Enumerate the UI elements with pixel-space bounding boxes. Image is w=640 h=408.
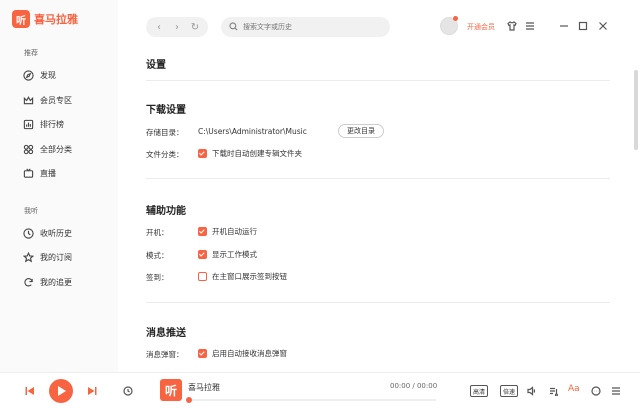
progress-handle[interactable] xyxy=(186,397,192,403)
divider xyxy=(146,80,610,81)
message-popup-checkbox[interactable]: 启用自动接收消息弹窗 xyxy=(198,348,287,359)
sidebar-item-history[interactable]: 收听历史 xyxy=(22,227,72,239)
work-mode-checkbox[interactable]: 显示工作模式 xyxy=(198,249,257,260)
logo-text: 喜马拉雅 xyxy=(34,13,78,26)
refresh-icon xyxy=(22,276,34,288)
sidebar-item-live[interactable]: 直播 xyxy=(22,167,56,179)
speed-button[interactable]: 倍速 xyxy=(500,385,518,397)
storage-label: 存储目录： xyxy=(146,128,184,137)
checkbox-label: 显示工作模式 xyxy=(212,250,257,259)
section-title-assist: 辅助功能 xyxy=(146,206,186,217)
minimize-icon[interactable] xyxy=(558,20,570,32)
skin-icon[interactable] xyxy=(506,20,518,32)
scrollbar[interactable] xyxy=(634,70,638,150)
section-title-download: 下载设置 xyxy=(146,105,186,116)
sidebar: 听 喜马拉雅 推荐 发现 会员专区 排行榜 全部分类 直播 我听 收听历史 我的… xyxy=(0,0,118,372)
previous-icon[interactable] xyxy=(24,385,36,397)
sidebar-item-discover[interactable]: 发现 xyxy=(22,69,56,81)
checkbox-checked[interactable] xyxy=(198,149,207,158)
compass-icon xyxy=(22,69,34,81)
star-icon xyxy=(22,251,34,263)
next-icon[interactable] xyxy=(86,385,98,397)
menu-icon[interactable] xyxy=(524,20,536,32)
list-icon[interactable] xyxy=(610,385,622,397)
sidebar-item-rank[interactable]: 排行榜 xyxy=(22,118,64,130)
sidebar-item-label: 全部分类 xyxy=(40,144,72,154)
play-button[interactable] xyxy=(49,379,73,403)
checkin-button-checkbox[interactable]: 在主窗口展示签到按钮 xyxy=(198,271,287,282)
sidebar-item-label: 发现 xyxy=(40,70,56,80)
checkbox-label: 开机自动运行 xyxy=(212,227,257,236)
category-label: 文件分类： xyxy=(146,150,184,159)
sidebar-item-label: 我的订阅 xyxy=(40,252,72,262)
auto-album-folder-checkbox[interactable]: 下载时自动创建专辑文件夹 xyxy=(198,148,302,159)
track-cover[interactable]: 听 xyxy=(160,379,182,401)
divider xyxy=(146,302,610,303)
search-icon xyxy=(229,21,238,33)
storage-path: C:\Users\Administrator\Music xyxy=(198,127,307,136)
close-icon[interactable] xyxy=(597,20,609,32)
track-title[interactable]: 喜马拉雅 xyxy=(188,382,220,393)
notification-dot xyxy=(453,16,458,21)
change-directory-button[interactable]: 更改目录 xyxy=(338,124,384,138)
sidebar-item-subscriptions[interactable]: 我的订阅 xyxy=(22,251,72,263)
playback-time: 00:00 / 00:00 xyxy=(390,382,438,390)
live-icon xyxy=(22,167,34,179)
quality-button[interactable]: 高清 xyxy=(470,385,488,397)
crown-icon xyxy=(22,94,34,106)
sidebar-item-following[interactable]: 我的追更 xyxy=(22,276,72,288)
boot-label: 开机： xyxy=(146,228,169,237)
sidebar-item-categories[interactable]: 全部分类 xyxy=(22,143,72,155)
divider xyxy=(146,178,610,179)
grid-icon xyxy=(22,143,34,155)
checkbox-checked[interactable] xyxy=(198,227,207,236)
checkbox-checked[interactable] xyxy=(198,250,207,259)
back-icon[interactable]: ‹ xyxy=(152,22,166,33)
checkin-label: 签到： xyxy=(146,273,169,282)
progress-bar[interactable] xyxy=(188,399,436,401)
section-title-push: 消息推送 xyxy=(146,328,186,339)
sidebar-group-mine: 我听 xyxy=(24,207,38,215)
forward-icon[interactable]: › xyxy=(170,22,184,33)
logo-mark: 听 xyxy=(12,10,30,28)
reload-icon[interactable]: ↻ xyxy=(188,22,202,33)
sidebar-item-label: 我的追更 xyxy=(40,277,72,287)
checkbox-label: 启用自动接收消息弹窗 xyxy=(212,349,287,358)
playlist-icon[interactable] xyxy=(548,385,560,397)
page-title: 设置 xyxy=(146,60,166,71)
search-input[interactable] xyxy=(243,23,383,31)
volume-icon[interactable] xyxy=(526,385,538,397)
settings-panel: 设置 下载设置 存储目录： C:\Users\Administrator\Mus… xyxy=(146,50,610,372)
sidebar-item-label: 直播 xyxy=(40,168,56,178)
checkbox-checked[interactable] xyxy=(198,349,207,358)
popup-label: 消息弹窗： xyxy=(146,350,184,359)
checkbox-unchecked[interactable] xyxy=(198,272,207,281)
sidebar-item-label: 会员专区 xyxy=(40,95,72,105)
autostart-checkbox[interactable]: 开机自动运行 xyxy=(198,226,257,237)
chart-icon xyxy=(22,118,34,130)
clock-icon xyxy=(22,227,34,239)
open-vip-link[interactable]: 开通会员 xyxy=(467,22,495,32)
checkbox-label: 下载时自动创建专辑文件夹 xyxy=(212,149,302,158)
more-icon[interactable] xyxy=(590,385,602,397)
checkbox-label: 在主窗口展示签到按钮 xyxy=(212,272,287,281)
search-box[interactable] xyxy=(221,17,390,37)
sidebar-group-recommend: 推荐 xyxy=(24,49,38,57)
app-logo[interactable]: 听 喜马拉雅 xyxy=(12,10,78,28)
sidebar-item-label: 收听历史 xyxy=(40,228,72,238)
maximize-icon[interactable] xyxy=(577,20,589,32)
mode-label: 模式： xyxy=(146,251,169,260)
lyrics-font-icon[interactable]: Aa xyxy=(568,384,580,394)
history-nav: ‹ › ↻ xyxy=(146,17,208,37)
sidebar-item-label: 排行榜 xyxy=(40,119,64,129)
timer-icon[interactable] xyxy=(122,385,134,397)
sidebar-item-vip[interactable]: 会员专区 xyxy=(22,94,72,106)
player-bar: 听 喜马拉雅 00:00 / 00:00 高清 倍速 Aa xyxy=(0,372,640,408)
